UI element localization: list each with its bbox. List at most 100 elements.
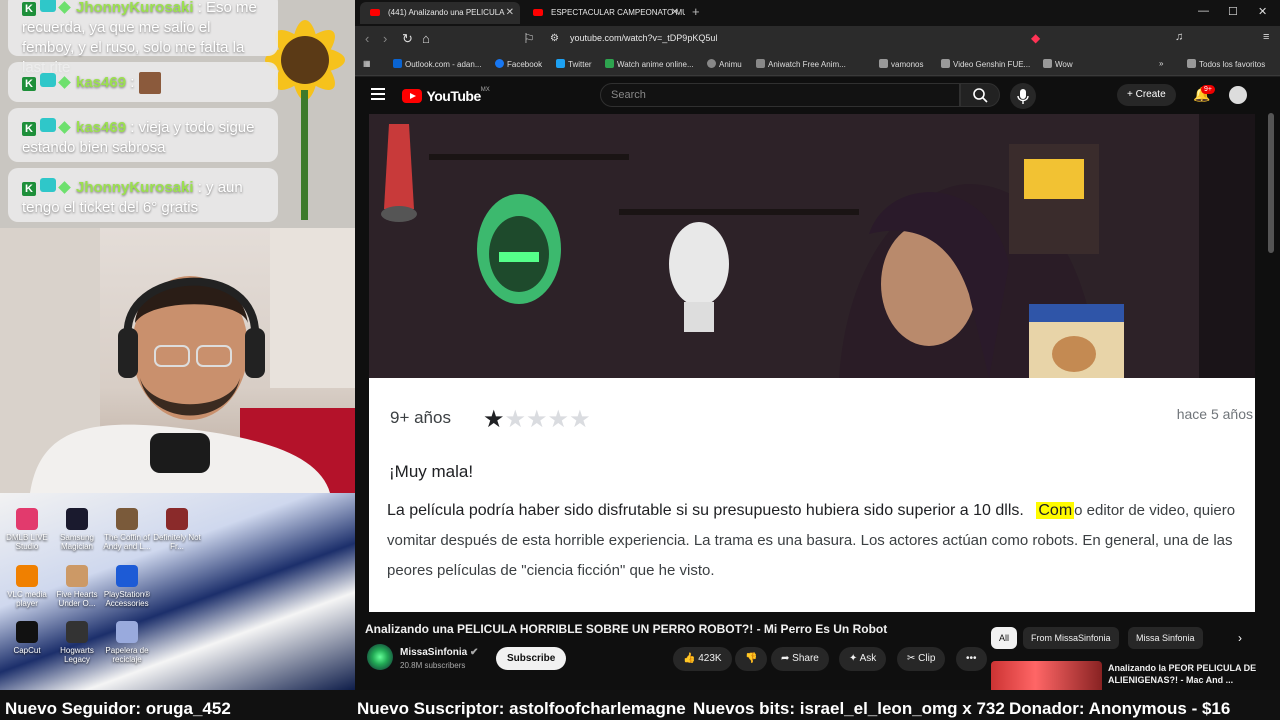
more-actions-button[interactable]: •••	[956, 647, 987, 671]
subscriber-count: 20.8M subscribers	[400, 661, 466, 670]
chat-message: Kkas469 :	[8, 62, 278, 102]
url-field[interactable]: youtube.com/watch?v=_tDP9pKQ5ul	[570, 33, 717, 43]
thumbs-up-icon: 👍	[683, 653, 696, 664]
like-button[interactable]: 👍 423K	[673, 647, 732, 671]
chat-badge-icon: K	[22, 76, 36, 91]
search-icon	[973, 88, 988, 103]
chip-all[interactable]: All	[991, 627, 1018, 649]
chat-text: vieja y todo sigue estando bien sabrosa	[22, 119, 255, 156]
folder-item[interactable]: vamonos	[879, 59, 923, 69]
desktop-icon[interactable]: VLC media player	[0, 565, 54, 608]
bookmark-icon[interactable]: ⚐	[523, 31, 535, 47]
desktop-icon[interactable]: PlayStation® Accessories	[100, 565, 154, 608]
review-title: ¡Muy mala!	[389, 462, 474, 481]
chip-channel[interactable]: Missa Sinfonia	[1128, 627, 1203, 649]
create-button[interactable]: + Create	[1117, 84, 1176, 106]
apps-icon[interactable]: ▦	[363, 59, 371, 68]
menu-icon[interactable]	[371, 88, 385, 103]
new-tab-button[interactable]: +	[692, 4, 700, 19]
bookmark-item[interactable]: Twitter	[556, 59, 592, 69]
desktop-icon[interactable]: Hogwarts Legacy	[50, 621, 104, 664]
chevron-right-icon[interactable]: »	[1159, 59, 1163, 68]
clip-button[interactable]: ✂ Clip	[897, 647, 946, 671]
video-player[interactable]: 9+ años ★★★★★ hace 5 años ¡Muy mala! La …	[369, 114, 1255, 612]
subscribe-button[interactable]: Subscribe	[496, 647, 567, 670]
video-scene-image	[369, 114, 1255, 378]
chat-badge-icon: K	[22, 182, 36, 196]
reload-icon[interactable]: ↻	[402, 31, 413, 47]
bookmark-item[interactable]: Animu	[707, 59, 742, 69]
stream-ticker: Nuevo Seguidor: oruga_452 Nuevo Suscript…	[0, 690, 1280, 720]
bookmark-item[interactable]: Facebook	[495, 59, 542, 69]
chat-username[interactable]: JhonnyKurosaki	[76, 0, 194, 16]
chevron-right-icon[interactable]: ›	[1238, 631, 1242, 645]
stream-screen: { "chat": { "messages": [ { "user": "Jho…	[0, 0, 1280, 720]
home-icon[interactable]: ⌂	[422, 31, 430, 46]
bookmark-item[interactable]: Watch anime online...	[605, 59, 694, 69]
ticker-bits: Nuevos bits: israel_el_leon_omg x 7320	[693, 699, 1015, 718]
desktop-icon[interactable]: DMLB LIVE Studio	[0, 508, 54, 551]
extensions-icon[interactable]: ♫	[1175, 31, 1183, 43]
close-tab-icon[interactable]: ✕	[671, 7, 679, 18]
address-bar: ‹ › ↻ ⌂ ⚐ ⚙ youtube.com/watch?v=_tDP9pKQ…	[355, 26, 1280, 52]
star-rating: ★★★★★	[483, 405, 591, 434]
channel-name[interactable]: MissaSinfonia ✔	[400, 647, 478, 658]
brave-shield-icon[interactable]: ◆	[1031, 31, 1040, 45]
desktop-icon[interactable]: Five Hearts Under O...	[50, 565, 104, 608]
ticker-follower: Nuevo Seguidor: oruga_452	[5, 699, 231, 718]
channel-avatar[interactable]	[367, 644, 393, 670]
bookmark-item[interactable]: Aniwatch Free Anim...	[756, 59, 846, 69]
youtube-play-icon	[402, 88, 422, 103]
desktop-icon[interactable]: CapCut	[0, 621, 54, 655]
chat-badge-icon	[40, 118, 56, 132]
youtube-favicon-icon	[533, 9, 543, 16]
star-filled-icon: ★	[483, 406, 505, 433]
chat-username[interactable]: JhonnyKurosaki	[76, 179, 194, 196]
chat-separator: :	[130, 73, 135, 91]
chat-username[interactable]: kas469	[76, 119, 126, 136]
close-window-button[interactable]: ✕	[1258, 5, 1267, 18]
forward-icon[interactable]: ›	[383, 31, 387, 46]
capcut-icon	[16, 621, 38, 643]
close-tab-icon[interactable]: ✕	[506, 7, 514, 18]
app-icon	[66, 565, 88, 587]
review-date: hace 5 años	[1176, 406, 1253, 422]
folder-item[interactable]: Video Genshin FUE...	[941, 59, 1030, 69]
share-button[interactable]: ➦ Share	[771, 647, 829, 671]
stream-overlay-left: K JhonnyKurosaki : Eso me recuerda, ya qu…	[0, 0, 355, 690]
recommended-thumbnail[interactable]	[991, 661, 1102, 690]
playstation-icon	[116, 565, 138, 587]
desktop-icon[interactable]: Papelera de reciclaje	[100, 621, 154, 664]
voice-search-button[interactable]	[1010, 83, 1036, 109]
folder-item[interactable]: Todos los favoritos	[1187, 59, 1265, 69]
chat-badge-icon	[40, 72, 56, 87]
app-icon	[116, 508, 138, 530]
menu-icon[interactable]: ≡	[1263, 31, 1269, 43]
search-button[interactable]	[960, 83, 1000, 107]
avatar[interactable]	[1229, 86, 1247, 104]
bookmark-item[interactable]: Outlook.com - adan...	[393, 59, 481, 69]
site-info-icon[interactable]: ⚙	[550, 33, 559, 44]
youtube-logo[interactable]: YouTubeMX	[402, 87, 490, 105]
dislike-button[interactable]: 👎	[735, 647, 768, 671]
folder-item[interactable]: Wow	[1043, 59, 1073, 69]
search-input[interactable]: Search	[600, 83, 960, 107]
vlc-icon	[16, 565, 38, 587]
scrollbar[interactable]	[1268, 113, 1274, 253]
desktop-icon[interactable]: Definitely Not Fr...	[150, 508, 204, 551]
back-icon[interactable]: ‹	[365, 31, 369, 46]
recommended-title[interactable]: Analizando la PEOR PELICULA DE ALIENIGEN…	[1108, 662, 1258, 686]
desktop-icon[interactable]: Samsung Magician	[50, 508, 104, 551]
chip-from-channel[interactable]: From MissaSinfonia	[1023, 627, 1119, 649]
tab-campeonato[interactable]: ESPECTACULAR CAMPEONATO MUN ✕	[523, 2, 685, 24]
minimize-button[interactable]: —	[1198, 5, 1209, 17]
video-frame	[369, 114, 1255, 378]
chat-separator: :	[130, 119, 135, 136]
maximize-button[interactable]: ☐	[1228, 5, 1238, 18]
notification-count-badge: 9+	[1201, 85, 1215, 94]
desktop-icon[interactable]: The Coffin of Andy and L...	[100, 508, 154, 551]
ask-button[interactable]: ✦ Ask	[839, 647, 887, 671]
tab-youtube-video[interactable]: (441) Analizando una PELICULA ✕	[360, 2, 520, 24]
streamer-figure	[0, 228, 355, 493]
chat-username[interactable]: kas469	[76, 74, 126, 91]
